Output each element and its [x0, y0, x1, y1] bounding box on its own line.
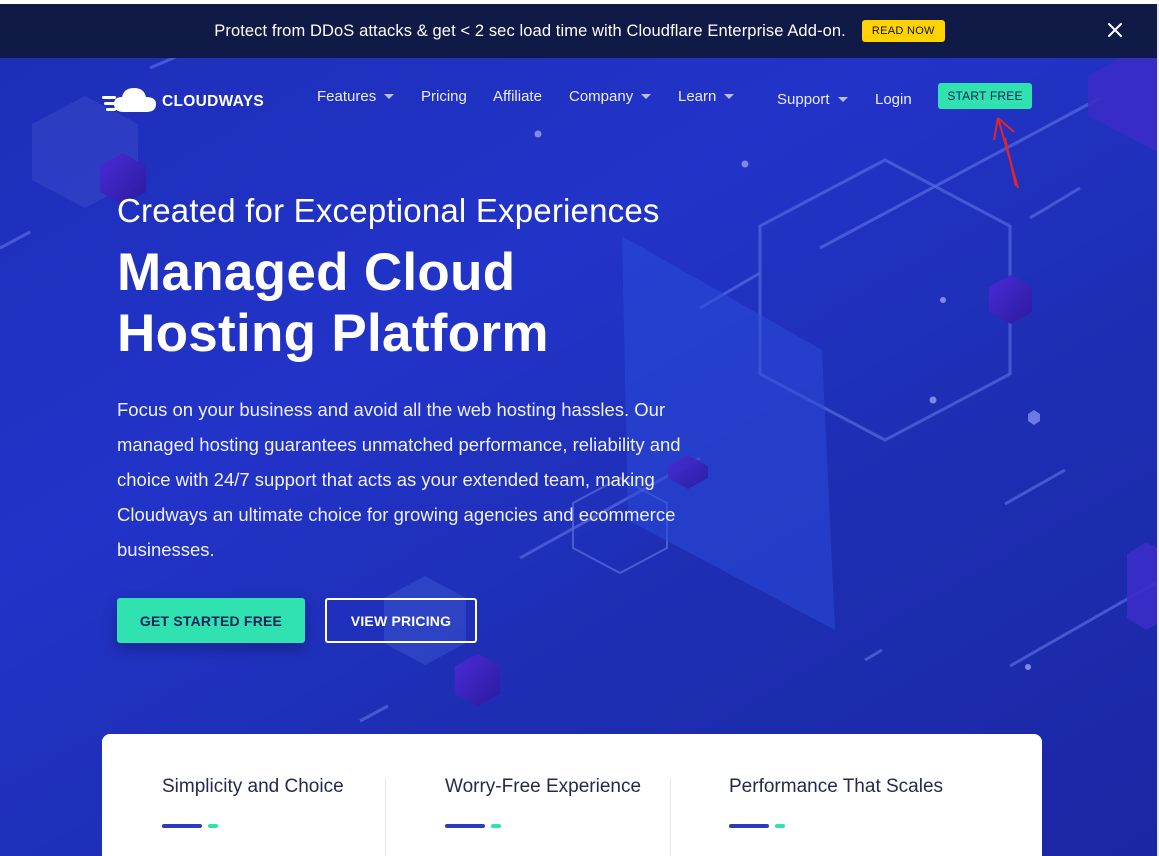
nav-item-label: Learn	[678, 88, 717, 105]
nav-item-learn[interactable]: Learn	[678, 88, 735, 105]
nav-item-label: Support	[777, 91, 830, 108]
get-started-free-button[interactable]: GET STARTED FREE	[117, 598, 305, 643]
login-link[interactable]: Login	[875, 91, 912, 108]
feature-title-simplicity: Simplicity and Choice	[162, 776, 344, 797]
close-icon[interactable]	[1105, 20, 1125, 40]
headline-line-2: Hosting Platform	[117, 304, 549, 363]
feature-underline-accent	[775, 824, 785, 828]
features-card: Simplicity and Choice Worry-Free Experie…	[102, 734, 1042, 856]
chevron-down-icon	[724, 94, 735, 99]
banner-text: Protect from DDoS attacks & get < 2 sec …	[214, 21, 846, 40]
logo-text: CLOUDWAYS	[162, 92, 265, 110]
feature-divider	[670, 778, 671, 856]
hero-kicker: Created for Exceptional Experiences	[117, 192, 660, 229]
feature-underline	[729, 824, 769, 828]
nav-item-features[interactable]: Features	[317, 88, 395, 105]
hero-description: Focus on your business and avoid all the…	[117, 399, 681, 560]
headline-line-1: Managed Cloud	[117, 243, 516, 302]
feature-underline-accent	[491, 824, 501, 828]
main-navigation: CLOUDWAYS Features Pricing Affiliate Com…	[0, 58, 1157, 138]
feature-title-worry-free: Worry-Free Experience	[445, 776, 642, 797]
chevron-down-icon	[384, 94, 395, 99]
feature-underline	[445, 824, 485, 828]
chevron-down-icon	[837, 97, 848, 102]
nav-item-support[interactable]: Support	[777, 91, 848, 108]
browser-page: Protect from DDoS attacks & get < 2 sec …	[0, 0, 1159, 856]
cloud-logo-icon	[102, 84, 158, 119]
cloudways-logo[interactable]: CLOUDWAYS	[102, 84, 264, 119]
promo-banner: Protect from DDoS attacks & get < 2 sec …	[0, 4, 1159, 58]
read-now-button[interactable]: READ NOW	[861, 20, 945, 42]
chevron-down-icon	[641, 94, 652, 99]
nav-item-label: Pricing	[421, 88, 467, 105]
nav-item-affiliate[interactable]: Affiliate	[493, 88, 542, 105]
start-free-button[interactable]: START FREE	[938, 83, 1032, 109]
nav-item-pricing[interactable]: Pricing	[421, 88, 467, 105]
feature-title-performance: Performance That Scales	[729, 776, 944, 797]
feature-underline-accent	[208, 824, 218, 828]
feature-divider	[385, 778, 386, 856]
nav-item-label: Affiliate	[493, 88, 542, 105]
feature-underline	[162, 824, 202, 828]
login-label: Login	[875, 91, 912, 108]
view-pricing-button[interactable]: VIEW PRICING	[325, 598, 477, 643]
hero-headline: Managed Cloud Hosting Platform	[117, 242, 549, 364]
hero-section: CLOUDWAYS Features Pricing Affiliate Com…	[0, 58, 1157, 856]
nav-item-label: Features	[317, 88, 377, 105]
nav-item-label: Company	[569, 88, 634, 105]
nav-item-company[interactable]: Company	[569, 88, 652, 105]
